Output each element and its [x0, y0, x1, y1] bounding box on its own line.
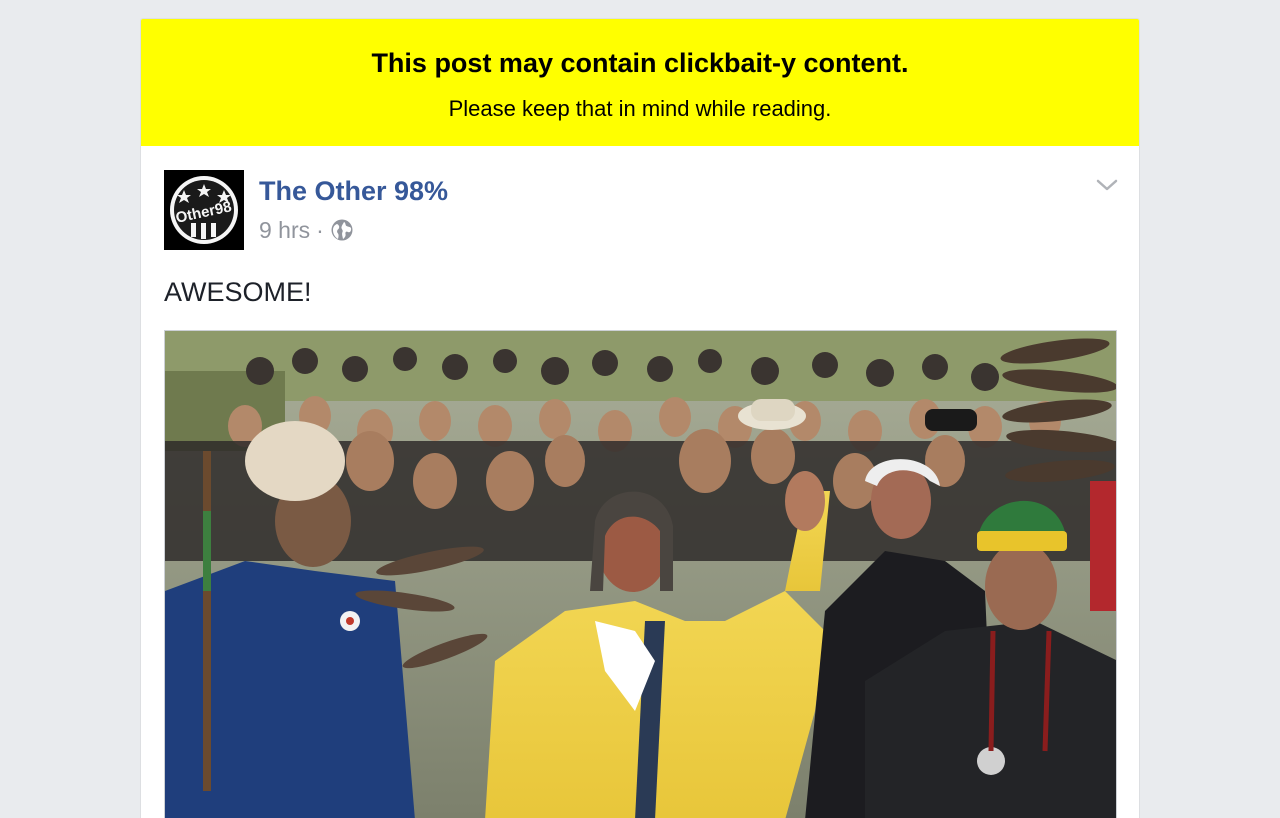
- clickbait-warning-banner: This post may contain clickbait-y conten…: [141, 19, 1139, 146]
- globe-icon[interactable]: [330, 218, 354, 242]
- post-timestamp[interactable]: 9 hrs: [259, 215, 310, 245]
- meta-separator: ·: [316, 217, 324, 243]
- warning-subtitle: Please keep that in mind while reading.: [448, 96, 832, 121]
- warning-title: This post may contain clickbait-y conten…: [371, 48, 909, 78]
- post-meta: 9 hrs ·: [259, 215, 354, 245]
- chevron-down-icon[interactable]: [1095, 173, 1119, 197]
- other98-logo: Other98: [164, 170, 244, 250]
- post-photo[interactable]: [164, 330, 1117, 818]
- page-name-link[interactable]: The Other 98%: [259, 174, 448, 208]
- post-text: AWESOME!: [164, 277, 312, 307]
- post-card: This post may contain clickbait-y conten…: [140, 18, 1140, 818]
- page-avatar[interactable]: Other98: [164, 170, 244, 250]
- crowd-march-photo: [165, 331, 1116, 818]
